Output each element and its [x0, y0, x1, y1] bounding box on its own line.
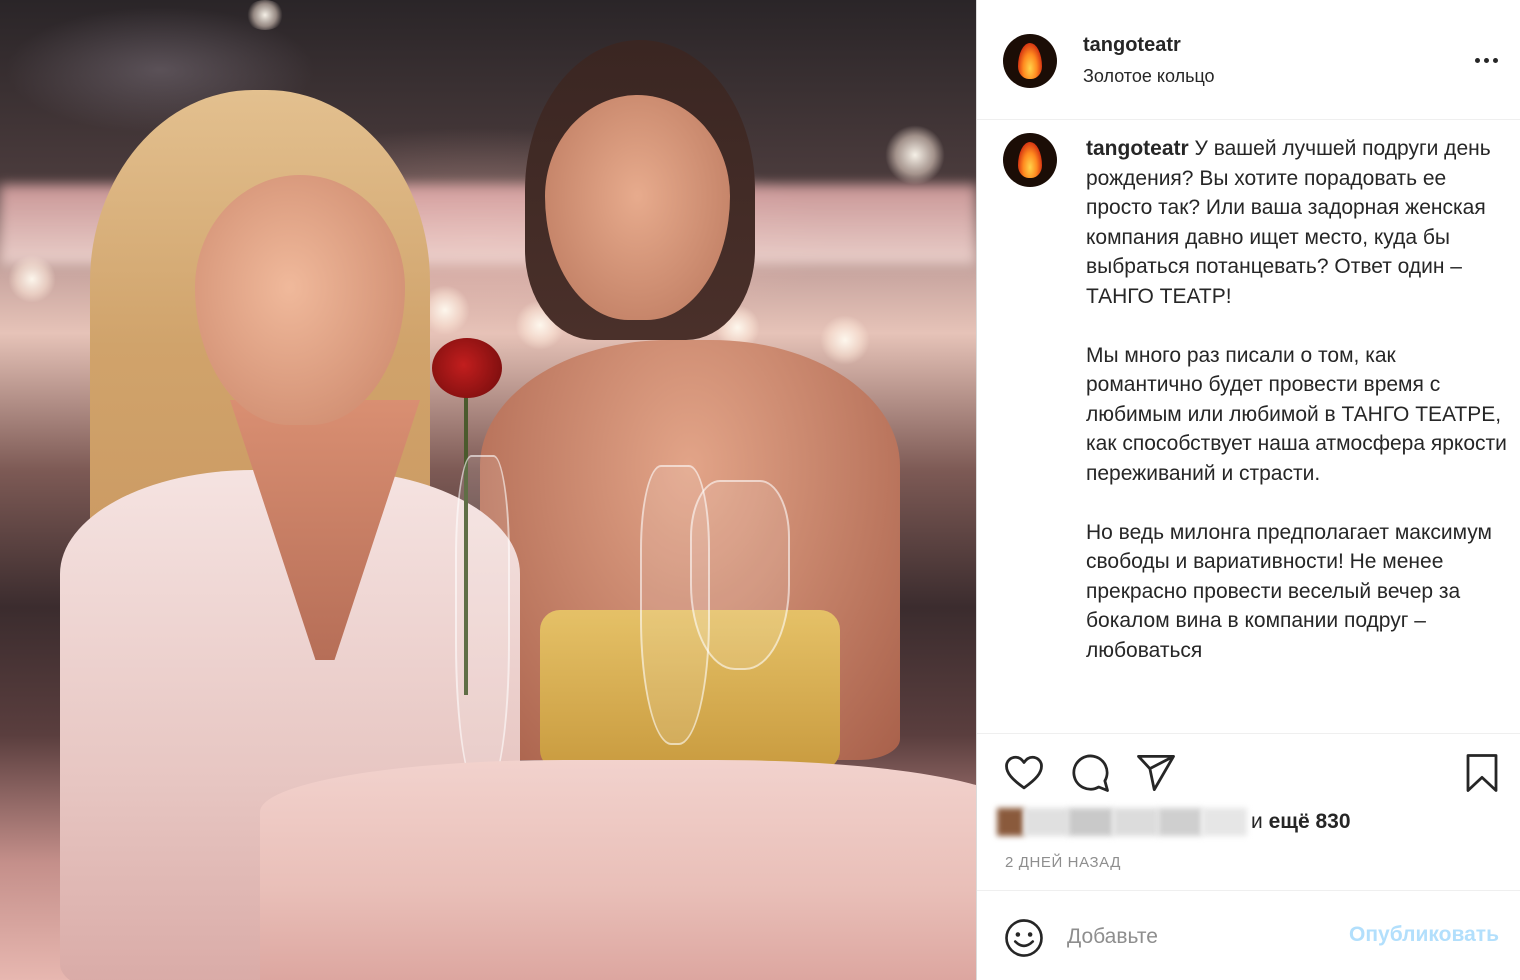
post-header: tangoteatr Золотое кольцо — [977, 0, 1520, 120]
likes-number[interactable]: ещё 830 — [1269, 810, 1351, 833]
caption-area: tangoteatr У вашей лучшей подруги день р… — [977, 121, 1520, 733]
dot-icon — [1474, 57, 1480, 63]
liker-name-blur — [1113, 808, 1158, 836]
more-options-button[interactable] — [1471, 50, 1501, 70]
bokeh-light — [8, 255, 56, 303]
speech-bubble-icon[interactable] — [1069, 752, 1111, 794]
blurred-likers — [997, 808, 1247, 836]
heart-icon[interactable] — [1003, 752, 1045, 794]
liker-name-blur — [1157, 808, 1203, 836]
rose-flower — [432, 338, 502, 398]
avatar[interactable] — [1003, 34, 1057, 88]
flame-logo-icon — [1018, 43, 1042, 79]
bokeh-light — [885, 125, 945, 185]
table-cloth — [260, 760, 976, 980]
caption-avatar[interactable] — [1003, 133, 1057, 187]
bokeh-light — [245, 0, 285, 30]
post-photo[interactable] — [0, 0, 976, 980]
liker-name-blur — [1023, 808, 1069, 836]
post-side-panel: tangoteatr Золотое кольцо tangoteatr У в… — [976, 0, 1520, 980]
liker-name-blur — [1068, 808, 1114, 836]
caption-username[interactable]: tangoteatr — [1086, 137, 1189, 160]
likes-prefix: и — [1251, 810, 1269, 833]
flame-logo-icon — [1018, 142, 1042, 178]
liker-avatar-blur — [997, 808, 1024, 836]
header-username[interactable]: tangoteatr — [1083, 34, 1181, 57]
vase-glass — [455, 455, 510, 795]
caption-text: У вашей лучшей подруги день рождения? Вы… — [1086, 137, 1507, 662]
liker-name-blur — [1202, 808, 1247, 836]
likes-row[interactable]: и ещё 830 — [997, 804, 1351, 840]
smiley-icon[interactable] — [1003, 917, 1045, 959]
comment-bar: Опубликовать — [977, 890, 1520, 980]
caption: tangoteatr У вашей лучшей подруги день р… — [1086, 134, 1511, 665]
likes-count[interactable]: и ещё 830 — [1251, 810, 1351, 834]
comment-input[interactable] — [1067, 919, 1317, 955]
post-timestamp[interactable]: 2 дней назад — [1005, 854, 1121, 871]
woman-right-face — [545, 95, 730, 320]
wine-glass — [690, 480, 790, 670]
header-location[interactable]: Золотое кольцо — [1083, 66, 1215, 87]
post-modal: tangoteatr Золотое кольцо tangoteatr У в… — [0, 0, 1520, 980]
dot-icon — [1492, 57, 1498, 63]
woman-left-face — [195, 175, 405, 425]
bookmark-icon[interactable] — [1461, 752, 1503, 794]
dot-icon — [1483, 57, 1489, 63]
publish-button[interactable]: Опубликовать — [1349, 923, 1499, 947]
post-actions: и ещё 830 2 дней назад — [977, 733, 1520, 890]
paper-plane-icon[interactable] — [1135, 752, 1177, 794]
bokeh-light — [820, 315, 870, 365]
